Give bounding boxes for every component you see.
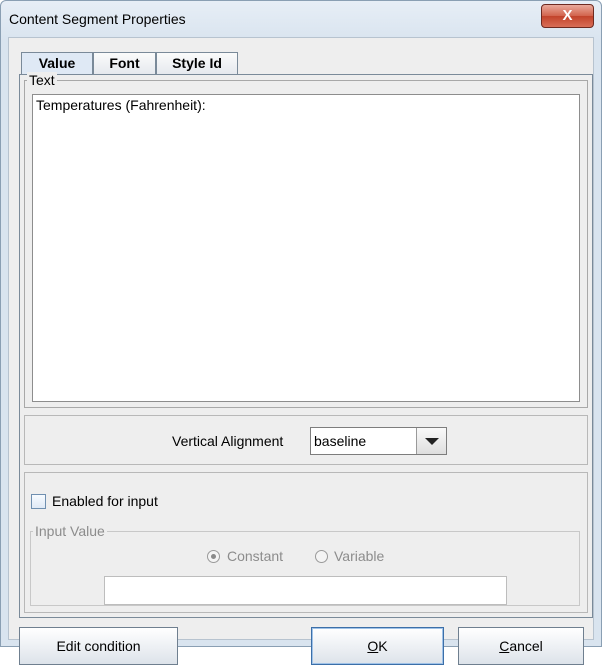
ok-mnemonic: O	[367, 638, 379, 654]
dialog-window: Content Segment Properties X Value Font …	[0, 0, 602, 665]
constant-radio-label[interactable]: Constant	[227, 548, 283, 564]
tab-font[interactable]: Font	[93, 52, 156, 74]
variable-radio-label[interactable]: Variable	[334, 548, 384, 564]
input-value-field[interactable]	[104, 576, 507, 605]
variable-radio[interactable]	[315, 550, 328, 563]
tab-panel-value: Text Temperatures (Fahrenheit): Vertical…	[19, 72, 593, 618]
cancel-button[interactable]: Cancel	[458, 627, 584, 665]
text-area[interactable]: Temperatures (Fahrenheit):	[32, 94, 580, 402]
input-value-legend: Input Value	[33, 523, 107, 539]
text-group: Text Temperatures (Fahrenheit):	[24, 72, 588, 408]
ok-label-rest: K	[378, 638, 388, 654]
text-group-legend: Text	[27, 72, 57, 88]
cancel-mnemonic: C	[499, 638, 510, 654]
vertical-alignment-value: baseline	[314, 433, 367, 449]
enabled-for-input-label[interactable]: Enabled for input	[52, 493, 158, 509]
chevron-down-icon[interactable]	[416, 428, 446, 454]
vertical-alignment-dropdown[interactable]: baseline	[310, 427, 447, 455]
input-panel: Enabled for input Input Value Constant V…	[24, 472, 588, 613]
close-button[interactable]: X	[541, 4, 594, 28]
cancel-label-rest: ancel	[509, 638, 543, 654]
ok-button[interactable]: OK	[311, 627, 444, 665]
vertical-alignment-label: Vertical Alignment	[172, 433, 284, 449]
window-title: Content Segment Properties	[9, 11, 186, 27]
constant-radio[interactable]	[207, 550, 220, 563]
enabled-for-input-checkbox[interactable]	[31, 494, 46, 509]
vertical-alignment-panel: Vertical Alignment baseline	[24, 415, 588, 465]
edit-condition-label: Edit condition	[56, 638, 141, 654]
title-bar: Content Segment Properties X	[1, 1, 601, 37]
edit-condition-button[interactable]: Edit condition	[19, 627, 178, 665]
input-value-group: Input Value Constant Variable	[30, 523, 580, 606]
tab-style-id[interactable]: Style Id	[156, 52, 238, 74]
dialog-content: Value Font Style Id Text Temperatures (F…	[8, 37, 594, 665]
